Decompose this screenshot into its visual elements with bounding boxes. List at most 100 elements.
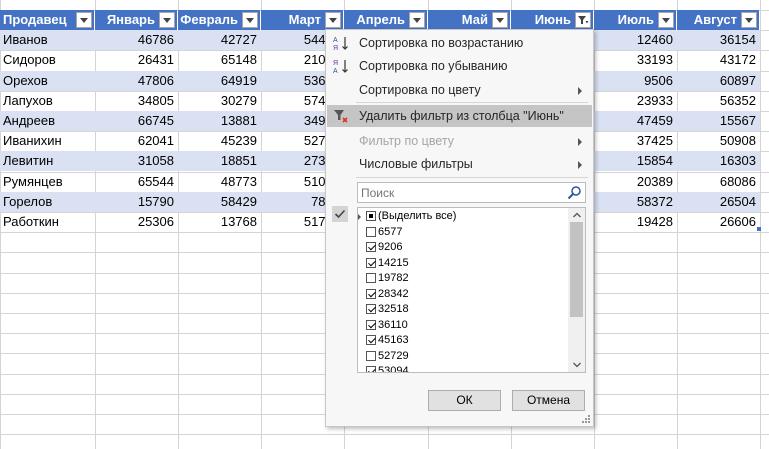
- value-cell[interactable]: 16303: [677, 151, 760, 171]
- list-item[interactable]: 14215: [366, 256, 409, 272]
- value-cell[interactable]: 60897: [677, 71, 760, 91]
- scroll-thumb[interactable]: [570, 222, 583, 317]
- value-cell[interactable]: 56352: [677, 91, 760, 111]
- value-cell[interactable]: 48773: [178, 172, 261, 192]
- value-cell[interactable]: 26504: [677, 192, 760, 212]
- expand-icon[interactable]: [358, 214, 361, 220]
- value-cell[interactable]: 26606: [677, 212, 760, 232]
- column-header[interactable]: Февраль: [178, 10, 260, 30]
- value-cell[interactable]: 20389: [594, 172, 677, 192]
- value-cell[interactable]: 25306: [95, 212, 178, 232]
- value-cell[interactable]: 33193: [594, 50, 677, 70]
- value-cell[interactable]: 47459: [594, 111, 677, 131]
- filter-dropdown-icon[interactable]: [409, 12, 425, 28]
- menu-item[interactable]: Я А Сортировка по убыванию: [327, 55, 592, 77]
- filter-dropdown-icon[interactable]: [741, 12, 757, 28]
- value-list[interactable]: (Выделить все) 6577 9206 14215 19782 28342 325…: [357, 207, 586, 373]
- list-item[interactable]: 6577: [366, 225, 402, 241]
- seller-cell[interactable]: Орехов: [0, 71, 95, 91]
- column-header[interactable]: Продавец: [0, 10, 94, 30]
- value-cell[interactable]: 58372: [594, 192, 677, 212]
- column-header[interactable]: Июль: [594, 10, 676, 30]
- filter-dropdown-icon[interactable]: [658, 12, 674, 28]
- value-cell[interactable]: 13768: [178, 212, 261, 232]
- value-cell[interactable]: 30279: [178, 91, 261, 111]
- value-cell[interactable]: 23933: [594, 91, 677, 111]
- value-cell[interactable]: 18851: [178, 151, 261, 171]
- column-header[interactable]: Январь: [95, 10, 177, 30]
- value-cell[interactable]: 65148: [178, 50, 261, 70]
- cancel-button[interactable]: Отмена: [512, 390, 585, 411]
- search-box[interactable]: [357, 182, 586, 203]
- seller-cell[interactable]: Иванихин: [0, 131, 95, 151]
- value-cell[interactable]: 65544: [95, 172, 178, 192]
- menu-item[interactable]: Сортировка по цвету: [327, 79, 592, 101]
- resize-grip-icon[interactable]: [582, 415, 591, 424]
- list-item[interactable]: (Выделить все): [358, 209, 456, 225]
- column-header[interactable]: Март: [261, 10, 343, 30]
- list-item[interactable]: 9206: [366, 240, 402, 256]
- value-cell[interactable]: 45239: [178, 131, 261, 151]
- search-input[interactable]: [358, 183, 563, 202]
- value-cell[interactable]: 13881: [178, 111, 261, 131]
- value-cell[interactable]: 26431: [95, 50, 178, 70]
- value-cell[interactable]: 50908: [677, 131, 760, 151]
- value-cell[interactable]: 37425: [594, 131, 677, 151]
- seller-cell[interactable]: Горелов: [0, 192, 95, 212]
- column-header[interactable]: Август: [677, 10, 759, 30]
- value-cell[interactable]: 46786: [95, 30, 178, 50]
- seller-cell[interactable]: Иванов: [0, 30, 95, 50]
- list-item[interactable]: 28342: [366, 287, 409, 303]
- checkbox[interactable]: [366, 335, 376, 345]
- autofilter-dropdown[interactable]: А Я Сортировка по возрастанию Я А Сортировка …: [325, 29, 594, 427]
- value-cell[interactable]: 47806: [95, 71, 178, 91]
- list-item[interactable]: 32518: [366, 302, 409, 318]
- checkbox[interactable]: [366, 304, 376, 314]
- column-header[interactable]: Июнь: [511, 10, 593, 30]
- value-cell[interactable]: 34805: [95, 91, 178, 111]
- column-header[interactable]: Апрель: [344, 10, 427, 30]
- value-cell[interactable]: 15854: [594, 151, 677, 171]
- filter-dropdown-icon[interactable]: [492, 12, 508, 28]
- list-item[interactable]: 19782: [366, 271, 409, 287]
- scroll-up-icon[interactable]: [568, 208, 585, 222]
- value-cell[interactable]: 9506: [594, 71, 677, 91]
- checkbox[interactable]: [366, 366, 376, 372]
- value-cell[interactable]: 15790: [95, 192, 178, 212]
- value-list-scrollbar[interactable]: [568, 208, 585, 372]
- list-item[interactable]: 52729: [366, 349, 409, 365]
- search-icon[interactable]: [567, 185, 582, 200]
- seller-cell[interactable]: Андреев: [0, 111, 95, 131]
- list-item[interactable]: 45163: [366, 333, 409, 349]
- list-item[interactable]: 53094: [366, 364, 409, 372]
- value-cell[interactable]: 64919: [178, 71, 261, 91]
- checkbox[interactable]: [366, 257, 376, 268]
- seller-cell[interactable]: Румянцев: [0, 172, 95, 192]
- value-cell[interactable]: 19428: [594, 212, 677, 232]
- value-cell[interactable]: 62041: [95, 131, 178, 151]
- seller-cell[interactable]: Сидоров: [0, 50, 95, 70]
- ok-button[interactable]: ОК: [428, 390, 501, 411]
- checkbox[interactable]: [366, 350, 376, 361]
- checkbox[interactable]: [366, 242, 376, 252]
- checkbox[interactable]: [366, 273, 376, 283]
- checkbox[interactable]: [366, 288, 376, 299]
- value-cell[interactable]: 15567: [677, 111, 760, 131]
- checkbox[interactable]: [366, 319, 376, 330]
- seller-cell[interactable]: Работкин: [0, 212, 95, 232]
- value-cell[interactable]: 31058: [95, 151, 178, 171]
- filter-dropdown-icon[interactable]: [76, 12, 92, 28]
- filter-dropdown-icon[interactable]: [159, 12, 175, 28]
- value-cell[interactable]: 58429: [178, 192, 261, 212]
- value-cell[interactable]: 36154: [677, 30, 760, 50]
- menu-item[interactable]: Удалить фильтр из столбца "Июнь": [327, 105, 592, 127]
- table-resize-handle[interactable]: [757, 227, 761, 231]
- filter-applied-icon[interactable]: [575, 12, 591, 28]
- menu-item[interactable]: Числовые фильтры: [327, 153, 592, 175]
- column-header[interactable]: Май: [428, 10, 510, 30]
- menu-item[interactable]: А Я Сортировка по возрастанию: [327, 32, 592, 54]
- checkbox[interactable]: [366, 211, 376, 221]
- filter-dropdown-icon[interactable]: [325, 12, 341, 28]
- list-item[interactable]: 36110: [366, 318, 408, 334]
- value-cell[interactable]: 68086: [677, 172, 760, 192]
